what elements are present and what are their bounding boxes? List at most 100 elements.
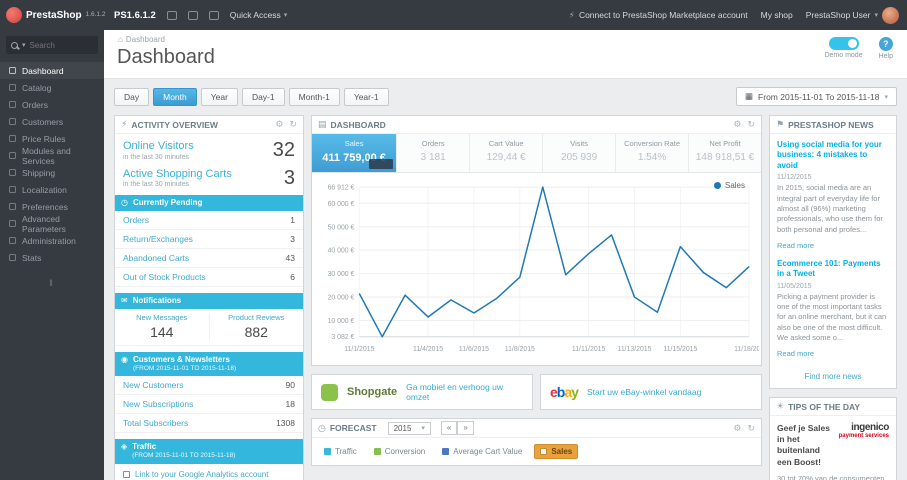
sidebar-item-preferences[interactable]: Preferences bbox=[0, 198, 104, 215]
online-visitors-label[interactable]: Online Visitors bbox=[123, 140, 194, 153]
pending-row-abandoned-carts[interactable]: Abandoned Carts 43 bbox=[115, 249, 303, 269]
chart-legend[interactable]: Sales bbox=[713, 181, 745, 190]
kpi-conversion-rate[interactable]: Conversion Rate 1.54% bbox=[616, 134, 690, 172]
forecast-legend-average-cart-value[interactable]: Average Cart Value bbox=[437, 445, 527, 458]
customers-row-new-customers[interactable]: New Customers 90 bbox=[115, 376, 303, 396]
new-messages-stat[interactable]: New Messages 144 bbox=[115, 313, 210, 341]
range-month-button[interactable]: Month bbox=[153, 87, 197, 106]
kpi-visits[interactable]: Visits 205 939 bbox=[543, 134, 617, 172]
shopgate-name: Shopgate bbox=[347, 386, 398, 398]
traffic-swatch-icon bbox=[324, 448, 331, 455]
news-article-title[interactable]: Ecommerce 101: Payments in a Tweet bbox=[777, 259, 889, 280]
cart-icon[interactable] bbox=[166, 10, 177, 20]
sidebar-search[interactable]: ▾ bbox=[6, 36, 98, 54]
find-more-news-link[interactable]: Find more news bbox=[770, 369, 896, 388]
kpi-sales[interactable]: Sales 411 759,00 € bbox=[312, 134, 398, 172]
news-article-excerpt: In 2015, social media are an integral pa… bbox=[777, 183, 883, 234]
ingenico-logo: ingenico payment services bbox=[837, 423, 890, 467]
read-more-link[interactable]: Read more bbox=[777, 349, 814, 358]
product-reviews-stat[interactable]: Product Reviews 882 bbox=[210, 313, 304, 340]
user-menu[interactable]: PrestaShop User ▾ bbox=[806, 6, 899, 24]
sidebar-item-stats[interactable]: Stats bbox=[0, 249, 104, 266]
pending-row-returns[interactable]: Return/Exchanges 3 bbox=[115, 230, 303, 250]
sidebar-item-localization[interactable]: Localization bbox=[0, 181, 104, 198]
breadcrumb[interactable]: ⌂ Dashboard bbox=[118, 35, 165, 44]
customers-row-new-subscriptions[interactable]: New Subscriptions 18 bbox=[115, 395, 303, 415]
customers-row-total-subscribers[interactable]: Total Subscribers 1308 bbox=[115, 414, 303, 434]
sales-line-chart[interactable]: 11/1/2015 11/4/2015 11/6/2015 11/8/2015 11/1… bbox=[314, 177, 759, 365]
search-input[interactable] bbox=[29, 40, 93, 50]
admin-icon bbox=[9, 237, 16, 244]
kpi-cart-value[interactable]: Cart Value 129,44 € bbox=[470, 134, 544, 172]
google-analytics-link[interactable]: Link to your Google Analytics account bbox=[115, 464, 303, 480]
sidebar-item-price-rules[interactable]: Price Rules bbox=[0, 130, 104, 147]
marketplace-link[interactable]: ⚡ Connect to PrestaShop Marketplace acco… bbox=[569, 10, 748, 21]
sidebar-item-orders[interactable]: Orders bbox=[0, 96, 104, 113]
sidebar-collapse-button[interactable]: ‖ bbox=[0, 278, 104, 288]
sidebar-item-catalog[interactable]: Catalog bbox=[0, 79, 104, 96]
stat-label: Orders bbox=[123, 215, 149, 226]
kpi-orders[interactable]: Orders 3 181 bbox=[397, 134, 471, 172]
forecast-legend-conversion[interactable]: Conversion bbox=[369, 445, 430, 458]
ebay-link[interactable]: Start uw eBay-winkel vandaag bbox=[587, 387, 701, 397]
range-year-button[interactable]: Year bbox=[200, 87, 238, 106]
caret-down-icon: ▾ bbox=[874, 12, 878, 19]
shopgate-link[interactable]: Ga mobiel en verhoog uw omzet bbox=[406, 382, 523, 402]
sidebar-item-advanced-parameters[interactable]: Advanced Parameters bbox=[0, 214, 104, 234]
gear-icon[interactable]: ⚙ bbox=[275, 119, 283, 130]
stat-value: 1 bbox=[290, 215, 295, 226]
shopgate-banner[interactable]: Shopgate Ga mobiel en verhoog uw omzet bbox=[311, 374, 533, 410]
gear-icon[interactable]: ⚙ bbox=[733, 119, 741, 130]
sidebar: ▾ Dashboard Catalog Orders Customers Pri… bbox=[0, 30, 104, 480]
sidebar-item-customers[interactable]: Customers bbox=[0, 113, 104, 130]
ebay-banner[interactable]: ebay Start uw eBay-winkel vandaag bbox=[540, 374, 762, 410]
sidebar-item-dashboard[interactable]: Dashboard bbox=[0, 62, 104, 79]
catalog-icon bbox=[9, 84, 16, 91]
kpi-net-profit[interactable]: Net Profit 148 918,51 € bbox=[689, 134, 761, 172]
activity-icon: ⚡ bbox=[121, 119, 128, 129]
range-day-1-button[interactable]: Day-1 bbox=[241, 87, 285, 106]
sidebar-item-administration[interactable]: Administration bbox=[0, 232, 104, 249]
active-carts-row: Active Shopping Carts in the last 30 min… bbox=[115, 162, 303, 190]
range-year-1-button[interactable]: Year-1 bbox=[343, 87, 389, 106]
prev-button[interactable]: « bbox=[440, 421, 458, 435]
my-shop-link[interactable]: My shop bbox=[761, 10, 793, 20]
pending-row-orders[interactable]: Orders 1 bbox=[115, 211, 303, 231]
svg-text:40 000 €: 40 000 € bbox=[328, 248, 355, 255]
refresh-icon[interactable]: ↻ bbox=[289, 119, 297, 130]
dashboard-panel-title: DASHBOARD bbox=[330, 119, 386, 130]
read-more-link[interactable]: Read more bbox=[777, 241, 814, 250]
stat-label: New Customers bbox=[123, 380, 184, 391]
brand[interactable]: PrestaShop 1.6.1.2 bbox=[0, 7, 105, 23]
trophy-icon[interactable] bbox=[208, 10, 219, 20]
refresh-icon[interactable]: ↻ bbox=[747, 423, 755, 434]
next-button[interactable]: » bbox=[457, 421, 474, 435]
date-range-button[interactable]: ▦ From 2015-11-01 To 2015-11-18 ▾ bbox=[736, 87, 897, 106]
help-icon[interactable]: ? bbox=[878, 37, 893, 51]
stat-label: New Messages bbox=[136, 313, 188, 323]
forecast-legend-sales[interactable]: Sales bbox=[534, 444, 579, 459]
gear-icon[interactable]: ⚙ bbox=[733, 423, 741, 434]
forecast-icon: ◷ bbox=[318, 422, 326, 433]
news-body: Using social media for your business: 4 … bbox=[770, 134, 896, 369]
legend-label: Sales bbox=[551, 447, 573, 456]
kpi-compare-badge bbox=[369, 159, 394, 169]
sidebar-item-modules[interactable]: Modules and Services bbox=[0, 146, 104, 166]
range-month-1-button[interactable]: Month-1 bbox=[288, 87, 340, 106]
active-carts-label[interactable]: Active Shopping Carts bbox=[123, 168, 232, 181]
forecast-panel-header: ◷ FORECAST 2015 ▾ « » ⚙ ↻ bbox=[312, 419, 761, 438]
caret-down-icon[interactable]: ▾ bbox=[22, 41, 26, 49]
news-article-title[interactable]: Using social media for your business: 4 … bbox=[777, 140, 889, 171]
forecast-legend-traffic[interactable]: Traffic bbox=[319, 445, 362, 458]
forecast-year-select[interactable]: 2015 ▾ bbox=[387, 421, 431, 435]
customers-title: Customers & Newsletters bbox=[132, 355, 230, 365]
pending-row-out-of-stock[interactable]: Out of Stock Products 6 bbox=[115, 268, 303, 288]
topbar-left: PS1.6.1.2 Quick Access ▾ bbox=[114, 10, 287, 21]
refresh-icon[interactable]: ↻ bbox=[747, 119, 755, 130]
range-day-button[interactable]: Day bbox=[114, 87, 150, 106]
quick-access-menu[interactable]: Quick Access ▾ bbox=[230, 10, 288, 20]
sidebar-item-shipping[interactable]: Shipping bbox=[0, 164, 104, 181]
profile-icon[interactable] bbox=[187, 10, 198, 20]
stat-label: Product Reviews bbox=[228, 313, 285, 323]
demo-mode-toggle[interactable] bbox=[828, 37, 859, 50]
